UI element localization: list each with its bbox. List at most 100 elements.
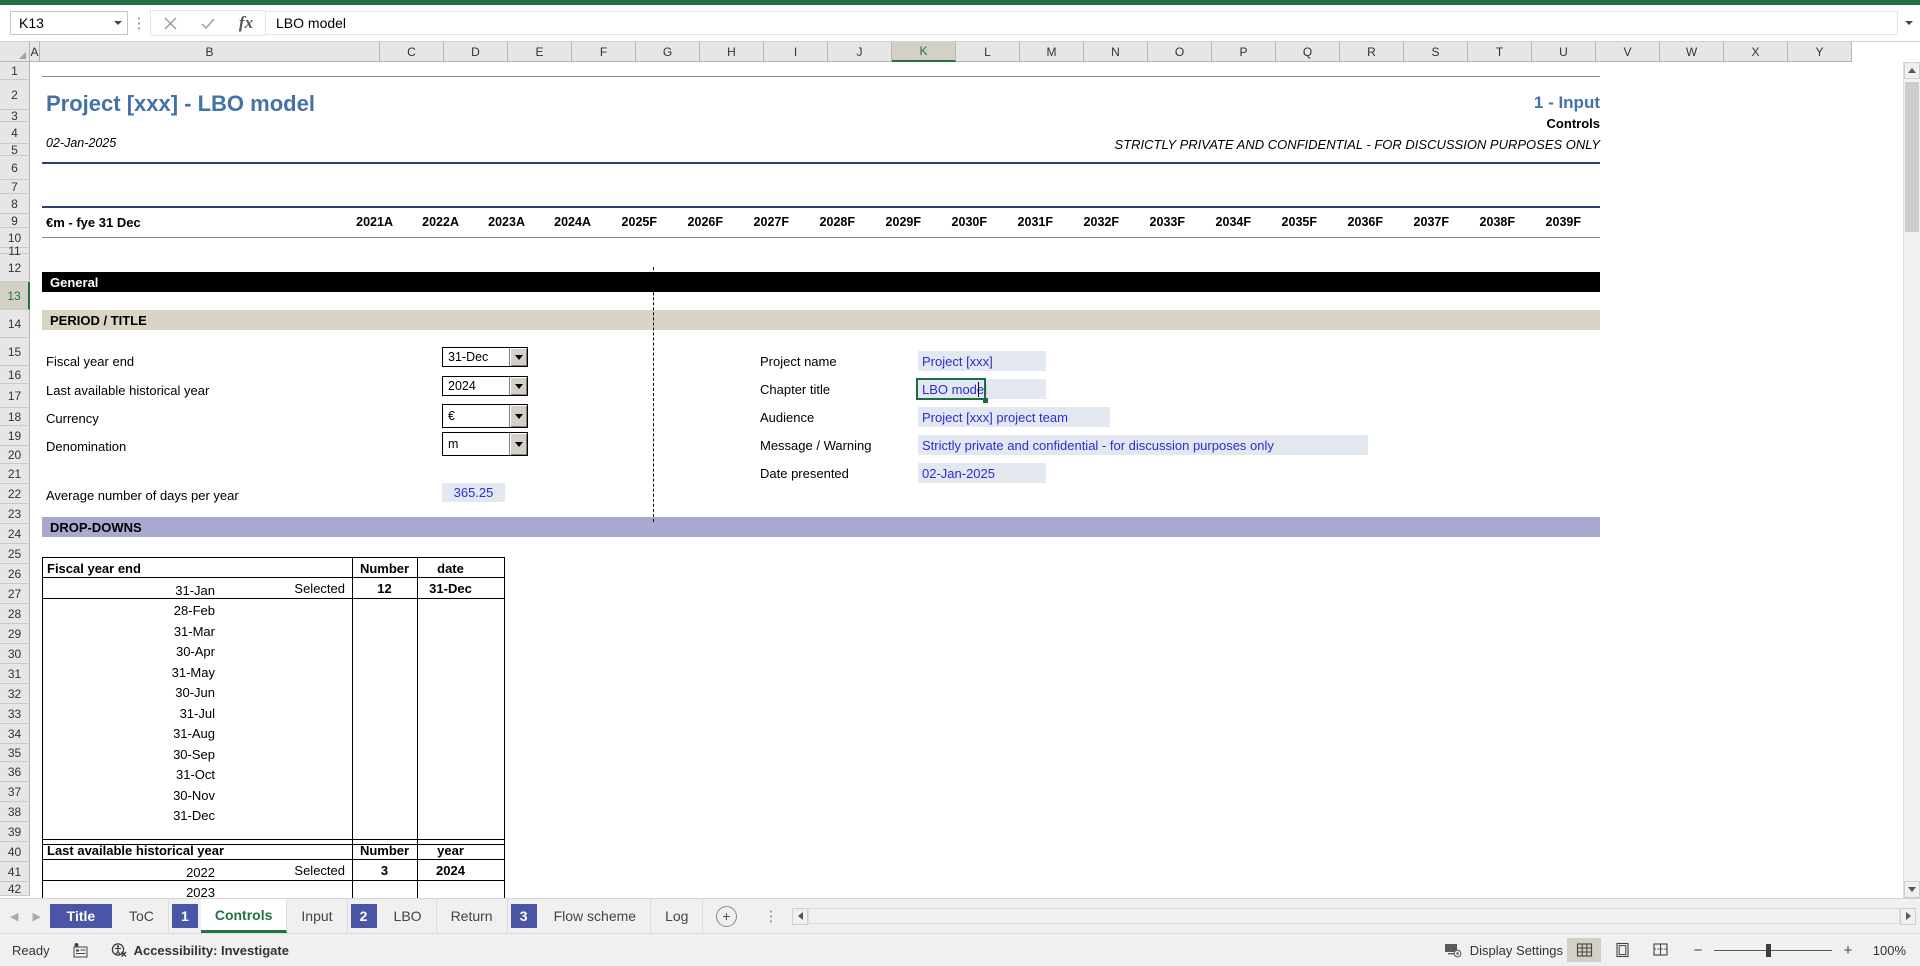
fill-handle[interactable]: [983, 398, 988, 403]
sheet-tab-flow-scheme[interactable]: Flow scheme: [540, 899, 652, 933]
sheet-tab-input[interactable]: Input: [287, 899, 348, 933]
row-header-12[interactable]: 12: [0, 254, 30, 282]
sheet-tab-log[interactable]: Log: [651, 899, 704, 933]
row-header-32[interactable]: 32: [0, 684, 30, 704]
row-header-29[interactable]: 29: [0, 624, 30, 644]
insert-function-icon[interactable]: fx: [227, 11, 265, 35]
column-header-r[interactable]: R: [1340, 42, 1404, 62]
meta-value-project-name[interactable]: Project [xxx]: [918, 351, 1046, 371]
column-header-d[interactable]: D: [444, 42, 508, 62]
scroll-left-icon[interactable]: [792, 907, 809, 925]
column-header-l[interactable]: L: [956, 42, 1020, 62]
column-header-g[interactable]: G: [636, 42, 700, 62]
scroll-right-icon[interactable]: [1900, 907, 1916, 925]
column-header-p[interactable]: P: [1212, 42, 1276, 62]
meta-value-message-warning[interactable]: Strictly private and confidential - for …: [918, 435, 1368, 455]
row-header-34[interactable]: 34: [0, 724, 30, 744]
sheet-tab-return[interactable]: Return: [437, 899, 508, 933]
sheet-tab-2[interactable]: 2: [350, 904, 377, 928]
column-header-c[interactable]: C: [380, 42, 444, 62]
sheet-tab-1[interactable]: 1: [171, 904, 198, 928]
row-header-25[interactable]: 25: [0, 544, 30, 564]
tab-nav-first-icon[interactable]: ◀: [10, 910, 18, 923]
horizontal-scroll-track[interactable]: [808, 908, 1900, 924]
row-header-18[interactable]: 18: [0, 408, 30, 426]
fye-table-option-5[interactable]: 30-Jun: [175, 683, 352, 704]
row-header-4[interactable]: 4: [0, 122, 30, 144]
row-header-40[interactable]: 40: [0, 842, 30, 862]
sheet-tab-lbo[interactable]: LBO: [380, 899, 437, 933]
column-header-j[interactable]: J: [828, 42, 892, 62]
selected-cell-k13[interactable]: [916, 378, 986, 400]
formula-input[interactable]: LBO model: [265, 11, 1898, 35]
cancel-icon[interactable]: [151, 11, 189, 35]
name-box-dropdown-icon[interactable]: [109, 12, 127, 34]
row-header-30[interactable]: 30: [0, 644, 30, 664]
fye-table-option-0[interactable]: 31-Jan: [175, 580, 352, 601]
row-header-23[interactable]: 23: [0, 504, 30, 524]
row-header-7[interactable]: 7: [0, 180, 30, 194]
column-header-n[interactable]: N: [1084, 42, 1148, 62]
column-header-b[interactable]: B: [40, 42, 380, 62]
row-header-8[interactable]: 8: [0, 194, 30, 214]
fye-table-option-2[interactable]: 31-Mar: [174, 621, 352, 642]
fye-table-option-3[interactable]: 30-Apr: [176, 642, 352, 663]
row-header-41[interactable]: 41: [0, 862, 30, 882]
chevron-down-icon[interactable]: [509, 405, 527, 427]
fye-table-option-1[interactable]: 28-Feb: [174, 601, 352, 622]
column-header-y[interactable]: Y: [1788, 42, 1852, 62]
lahy-table-option-1[interactable]: 2023: [186, 883, 352, 898]
row-header-36[interactable]: 36: [0, 762, 30, 782]
page-break-preview-icon[interactable]: [1643, 938, 1677, 962]
sheet-tab-3[interactable]: 3: [510, 904, 537, 928]
row-header-31[interactable]: 31: [0, 664, 30, 684]
column-header-t[interactable]: T: [1468, 42, 1532, 62]
fye-table-option-11[interactable]: 31-Dec: [173, 806, 352, 827]
fye-table-option-9[interactable]: 31-Oct: [176, 765, 352, 786]
accessibility-status[interactable]: Accessibility: Investigate: [111, 942, 289, 958]
fye-table-option-8[interactable]: 30-Sep: [173, 744, 352, 765]
row-header-38[interactable]: 38: [0, 802, 30, 822]
dropdown-denomination[interactable]: m: [442, 432, 528, 456]
formula-bar-more-icon[interactable]: ⋮: [128, 14, 150, 32]
row-header-35[interactable]: 35: [0, 744, 30, 762]
average-days-value[interactable]: 365.25: [442, 483, 505, 502]
column-header-x[interactable]: X: [1724, 42, 1788, 62]
scroll-up-icon[interactable]: [1904, 62, 1920, 79]
row-header-9[interactable]: 9: [0, 214, 30, 228]
row-header-39[interactable]: 39: [0, 822, 30, 842]
zoom-percentage[interactable]: 100%: [1864, 943, 1906, 958]
row-header-24[interactable]: 24: [0, 524, 30, 544]
name-box[interactable]: K13: [10, 11, 128, 35]
dropdown-last-available-historical-year[interactable]: 2024: [442, 376, 528, 396]
chevron-down-icon[interactable]: [509, 433, 527, 455]
row-header-33[interactable]: 33: [0, 704, 30, 724]
column-header-v[interactable]: V: [1596, 42, 1660, 62]
add-sheet-button[interactable]: +: [703, 899, 749, 933]
zoom-slider[interactable]: [1714, 943, 1832, 957]
column-header-m[interactable]: M: [1020, 42, 1084, 62]
scroll-down-icon[interactable]: [1904, 881, 1920, 898]
vertical-scrollbar[interactable]: [1903, 62, 1920, 898]
row-header-1[interactable]: 1: [0, 62, 30, 80]
row-header-17[interactable]: 17: [0, 384, 30, 408]
column-header-e[interactable]: E: [508, 42, 572, 62]
column-header-a[interactable]: A: [30, 42, 40, 62]
row-header-16[interactable]: 16: [0, 366, 30, 384]
select-all-corner[interactable]: [0, 42, 30, 62]
zoom-in-button[interactable]: +: [1841, 942, 1855, 959]
dropdown-fiscal-year-end[interactable]: 31-Dec: [442, 347, 528, 367]
meta-value-date-presented[interactable]: 02-Jan-2025: [918, 463, 1046, 483]
column-header-h[interactable]: H: [700, 42, 764, 62]
column-header-i[interactable]: I: [764, 42, 828, 62]
tab-nav-last-icon[interactable]: ▶: [32, 910, 40, 923]
row-header-42[interactable]: 42: [0, 882, 30, 896]
column-header-q[interactable]: Q: [1276, 42, 1340, 62]
meta-value-audience[interactable]: Project [xxx] project team: [918, 407, 1110, 427]
row-header-20[interactable]: 20: [0, 446, 30, 464]
row-header-21[interactable]: 21: [0, 464, 30, 484]
chevron-down-icon[interactable]: [509, 377, 527, 395]
row-header-19[interactable]: 19: [0, 426, 30, 446]
row-header-15[interactable]: 15: [0, 338, 30, 366]
fye-table-option-10[interactable]: 30-Nov: [173, 785, 352, 806]
